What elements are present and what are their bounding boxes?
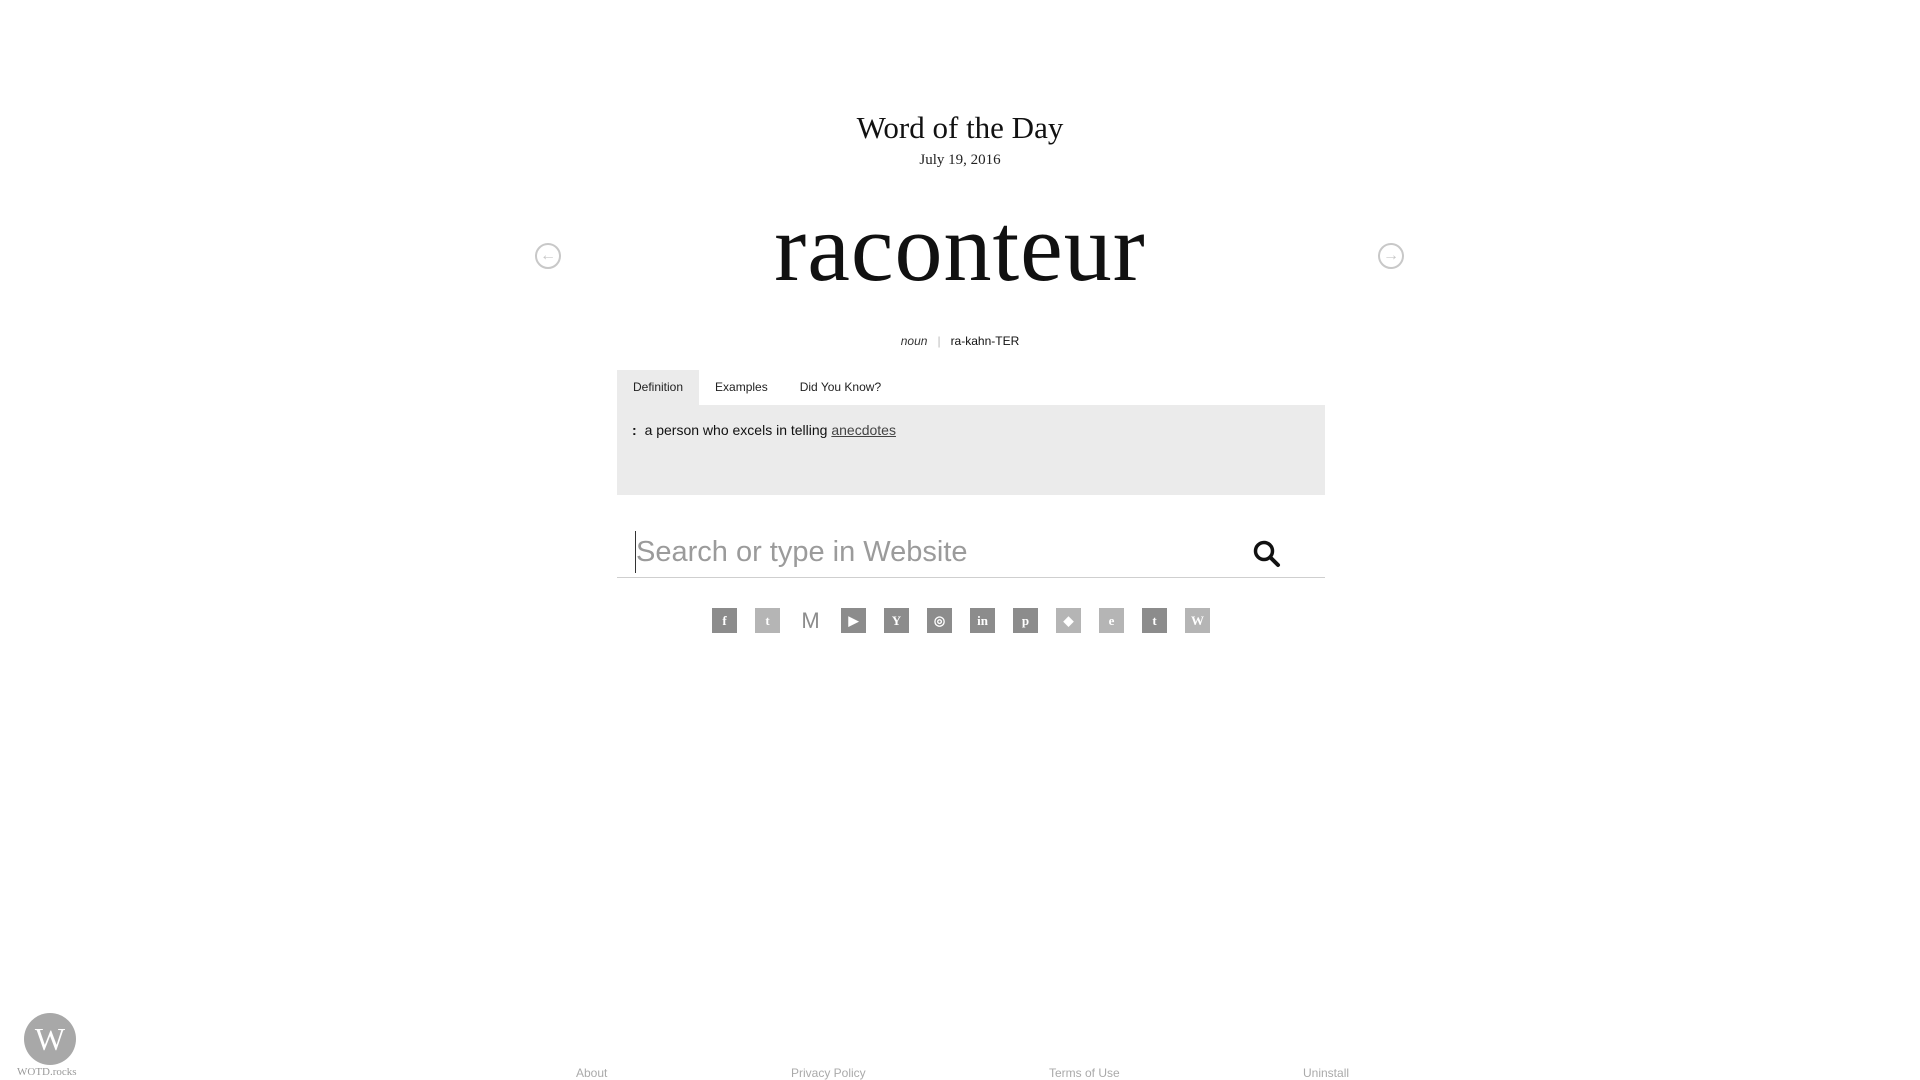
yahoo-icon[interactable]: Y — [884, 608, 909, 633]
tab-did-you-know[interactable]: Did You Know? — [784, 370, 897, 405]
part-of-speech: noun — [900, 334, 928, 348]
tab-examples[interactable]: Examples — [699, 370, 784, 405]
twitter-icon[interactable]: t — [755, 608, 780, 633]
tumblr-icon[interactable]: t — [1142, 608, 1167, 633]
definition-text: a person who excels in telling — [644, 422, 828, 438]
new-tab-page: Word of the Day July 19, 2016 ← raconteu… — [0, 0, 1920, 1080]
word-of-the-day: raconteur — [774, 194, 1146, 301]
pinterest-icon[interactable]: p — [1013, 608, 1038, 633]
footer-terms-link[interactable]: Terms of Use — [1049, 1066, 1120, 1080]
facebook-icon[interactable]: f — [712, 608, 737, 633]
search-input[interactable] — [635, 531, 1238, 573]
next-word-arrow-icon[interactable]: → — [1378, 243, 1404, 269]
gmail-icon[interactable]: M — [798, 608, 823, 633]
wotd-logo-icon[interactable]: W — [24, 1013, 76, 1065]
pronunciation: ra-kahn-TER — [950, 334, 1020, 348]
definition-colon: : — [632, 422, 637, 438]
social-shortcuts: f t M ▶ Y ◎ in p ◆ e t W — [712, 608, 1210, 633]
tab-definition[interactable]: Definition — [617, 370, 700, 405]
footer-uninstall-link[interactable]: Uninstall — [1303, 1066, 1349, 1080]
definition-link[interactable]: anecdotes — [831, 422, 896, 438]
meta-divider: | — [937, 334, 941, 348]
word-meta: noun | ra-kahn-TER — [0, 334, 1920, 348]
youtube-icon[interactable]: ▶ — [841, 608, 866, 633]
footer-privacy-link[interactable]: Privacy Policy — [791, 1066, 866, 1080]
brand-name: WOTD.rocks — [17, 1066, 77, 1078]
footer-about-link[interactable]: About — [576, 1066, 607, 1080]
wikipedia-icon[interactable]: W — [1185, 608, 1210, 633]
definition-tabs: Definition Examples Did You Know? — [617, 370, 897, 405]
evernote-icon[interactable]: e — [1099, 608, 1124, 633]
dropbox-icon[interactable]: ◆ — [1056, 608, 1081, 633]
instagram-icon[interactable]: ◎ — [927, 608, 952, 633]
linkedin-icon[interactable]: in — [970, 608, 995, 633]
search-bar — [617, 527, 1325, 578]
page-title: Word of the Day — [856, 110, 1064, 145]
search-icon[interactable] — [1252, 539, 1282, 569]
word-date: July 19, 2016 — [919, 152, 1001, 168]
definition-panel: : a person who excels in telling anecdot… — [617, 405, 1325, 495]
